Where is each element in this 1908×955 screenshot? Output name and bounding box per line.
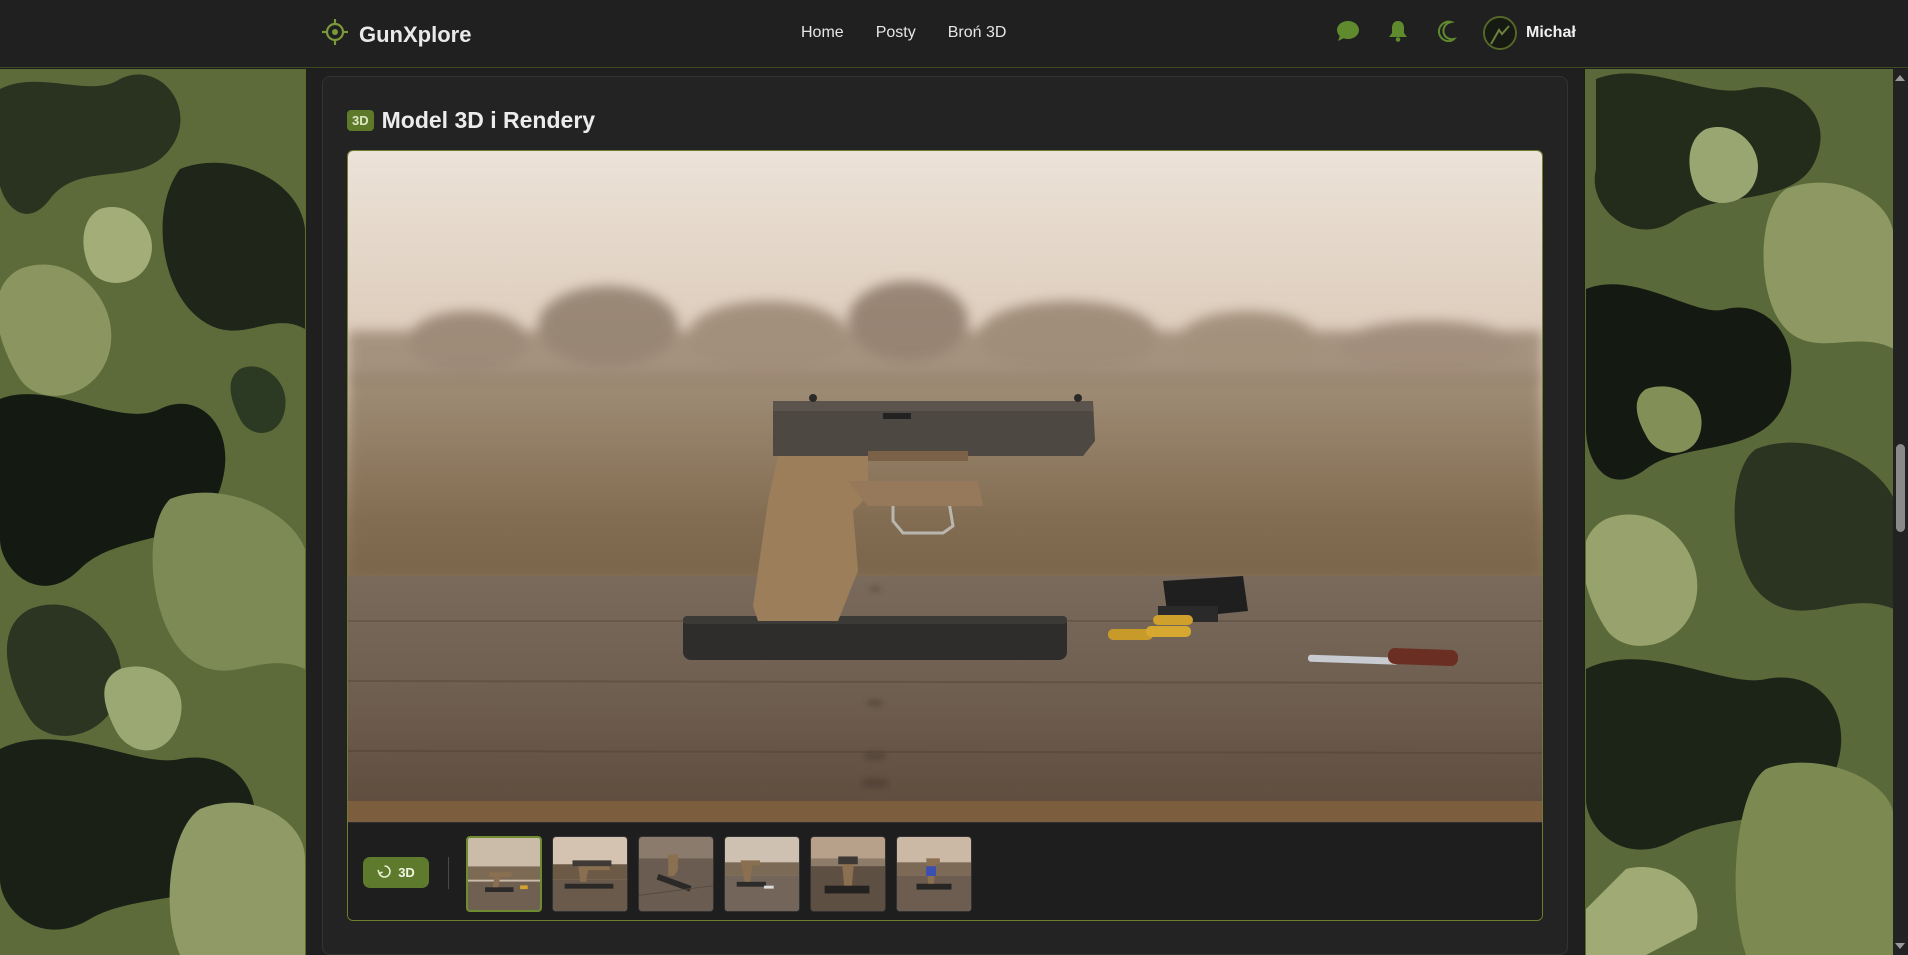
nav-link-posty[interactable]: Posty	[876, 24, 916, 42]
scroll-down-arrow[interactable]	[1895, 943, 1905, 949]
thumbnail-3[interactable]	[638, 836, 714, 912]
main-nav: Home Posty Broń 3D	[801, 24, 1006, 42]
camo-background-left	[0, 69, 306, 955]
thumbnail-divider	[448, 857, 449, 889]
nav-link-bron-3d[interactable]: Broń 3D	[948, 24, 1007, 42]
header-actions: Michał	[1333, 15, 1576, 51]
section-heading: 3D Model 3D i Rendery	[347, 107, 595, 134]
3d-badge: 3D	[347, 110, 374, 131]
notifications-button[interactable]	[1383, 15, 1413, 51]
model-3d-card: 3D Model 3D i Rendery 3D	[322, 76, 1568, 955]
thumbnail-2[interactable]	[552, 836, 628, 912]
view-3d-label: 3D	[398, 865, 415, 880]
scroll-thumb[interactable]	[1896, 444, 1905, 532]
moon-icon	[1437, 20, 1459, 47]
avatar	[1483, 16, 1517, 50]
chat-icon	[1336, 20, 1360, 47]
camo-background-right	[1585, 69, 1894, 955]
section-title: Model 3D i Rendery	[381, 107, 596, 133]
rotate-3d-icon	[377, 864, 392, 882]
nav-link-home[interactable]: Home	[801, 24, 844, 42]
thumbnail-1[interactable]	[466, 836, 542, 912]
user-menu[interactable]: Michał	[1483, 16, 1576, 50]
thumbnail-bar: 3D	[348, 822, 1542, 920]
render-viewer: 3D	[347, 150, 1543, 921]
thumbnail-list	[466, 836, 972, 912]
crosshair-icon	[321, 18, 349, 51]
thumbnail-5[interactable]	[810, 836, 886, 912]
thumbnail-4[interactable]	[724, 836, 800, 912]
bell-icon	[1388, 20, 1408, 47]
scroll-up-arrow[interactable]	[1895, 75, 1905, 81]
chat-button[interactable]	[1333, 15, 1363, 51]
top-navbar: GunXplore Home Posty Broń 3D Michał	[0, 0, 1908, 68]
user-name: Michał	[1526, 24, 1576, 41]
brand-logo[interactable]: GunXplore	[321, 18, 471, 51]
theme-toggle-button[interactable]	[1433, 15, 1463, 51]
thumbnail-6[interactable]	[896, 836, 972, 912]
brand-name: GunXplore	[359, 21, 472, 47]
view-3d-button[interactable]: 3D	[363, 857, 429, 888]
main-content: 3D Model 3D i Rendery 3D	[306, 69, 1584, 955]
render-image[interactable]	[348, 151, 1542, 822]
page-scrollbar[interactable]	[1893, 69, 1908, 955]
